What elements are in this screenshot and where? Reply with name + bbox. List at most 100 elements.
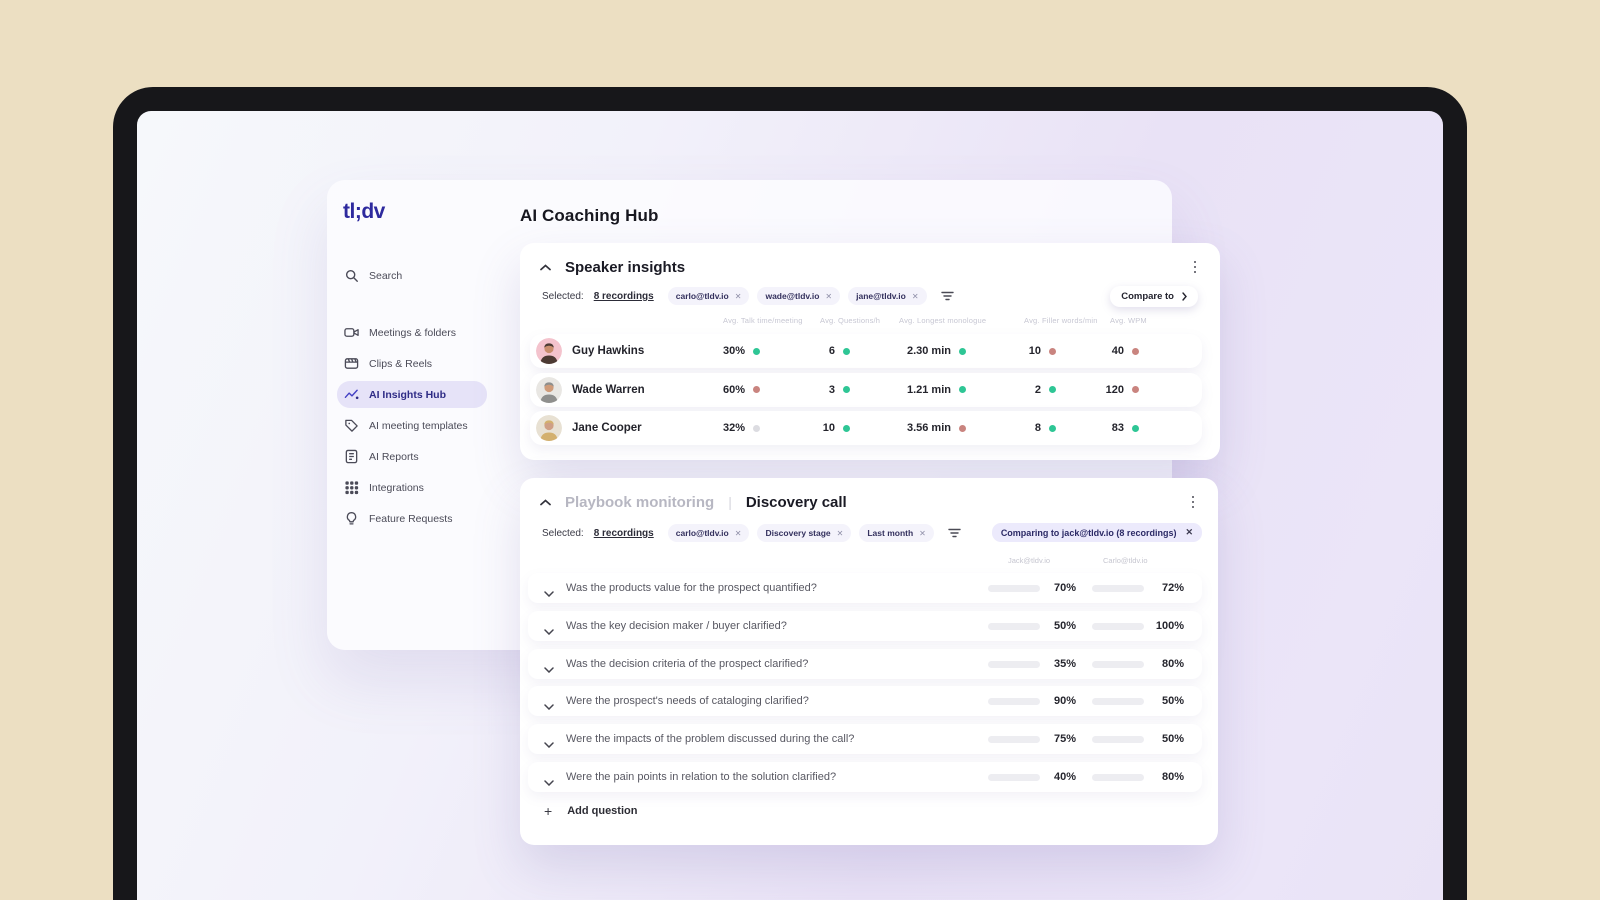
status-dot-icon (1132, 424, 1139, 432)
chevron-down-icon[interactable] (544, 697, 554, 715)
remove-chip-icon[interactable]: ✕ (912, 292, 919, 301)
progress-bar-left (988, 660, 1040, 668)
metric-cell: 1.21 min (866, 373, 966, 407)
clapper-icon (344, 356, 359, 371)
filter-chip[interactable]: Discovery stage ✕ (757, 524, 852, 542)
sidebar-item-label: Integrations (369, 481, 424, 494)
status-dot-icon (843, 347, 850, 355)
question-text: Was the key decision maker / buyer clari… (566, 619, 787, 632)
sidebar-search-label: Search (369, 269, 403, 282)
metric-cell: 6 (750, 334, 850, 368)
column-header: Avg. Longest monologue (899, 316, 987, 325)
speaker-row[interactable]: Jane Cooper 32% 10 3.56 min 8 83 (530, 411, 1202, 445)
laptop-screen: tl;dv Search Meetings & folders Clips & … (137, 111, 1443, 900)
report-icon (344, 449, 359, 464)
progress-bar-left (988, 585, 1040, 592)
sidebar-item-label: AI meeting templates (369, 419, 468, 432)
avatar (536, 376, 562, 403)
question-text: Were the prospect's needs of cataloging … (566, 695, 809, 708)
compare-to-button[interactable]: Compare to (1110, 286, 1198, 307)
chevron-down-icon[interactable] (544, 622, 554, 640)
collapse-chevron-icon[interactable] (540, 258, 551, 276)
remove-chip-icon[interactable]: ✕ (735, 292, 742, 301)
question-row[interactable]: Was the key decision maker / buyer clari… (528, 610, 1202, 641)
comparing-badge[interactable]: Comparing to jack@tldv.io (8 recordings)… (991, 523, 1202, 542)
kebab-menu-icon[interactable] (1186, 494, 1200, 510)
progress-bar-left (988, 774, 1040, 781)
chevron-down-icon[interactable] (544, 773, 554, 791)
metric-cell: 3.56 min (866, 411, 966, 445)
sidebar-search[interactable]: Search (337, 262, 487, 289)
filter-chip[interactable]: carlo@tldv.io ✕ (667, 287, 750, 305)
speaker-insights-panel: Speaker insights Selected: 8 recordings … (520, 243, 1220, 460)
column-header: Jack@tldv.io (1008, 556, 1051, 565)
speaker-row[interactable]: Guy Hawkins 30% 6 2.30 min 10 40 (530, 334, 1202, 368)
question-text: Was the products value for the prospect … (566, 582, 817, 594)
selected-count[interactable]: 8 recordings (594, 291, 654, 302)
remove-chip-icon[interactable]: ✕ (825, 292, 832, 301)
speaker-filter-chips: carlo@tldv.io ✕ wade@tldv.io ✕ jane@tldv… (667, 287, 927, 305)
plus-icon: + (544, 803, 553, 819)
status-dot-icon (1132, 347, 1139, 355)
search-icon (344, 268, 359, 283)
metric-cell: 32% (660, 411, 760, 445)
kebab-menu-icon[interactable] (1188, 259, 1202, 275)
sidebar-item-integrations[interactable]: Integrations (337, 474, 487, 501)
sidebar-item-features[interactable]: Feature Requests (337, 505, 487, 532)
filter-icon[interactable] (948, 528, 961, 538)
laptop-frame: tl;dv Search Meetings & folders Clips & … (113, 87, 1467, 900)
percent-left: 90% (1053, 695, 1076, 708)
chevron-down-icon[interactable] (544, 660, 554, 678)
chevron-down-icon[interactable] (544, 735, 554, 753)
remove-chip-icon[interactable]: ✕ (837, 529, 844, 538)
title-divider: | (728, 494, 732, 510)
video-icon (344, 325, 359, 340)
column-header: Carlo@tldv.io (1103, 556, 1148, 565)
column-header: Avg. Filler words/min (1024, 316, 1098, 325)
sidebar-item-label: Feature Requests (369, 512, 453, 525)
metric-cell: 10 (750, 411, 850, 445)
percent-right: 50% (1161, 733, 1184, 746)
filter-chip[interactable]: Last month ✕ (859, 524, 934, 542)
status-dot-icon (843, 386, 850, 393)
percent-right: 72% (1161, 582, 1184, 594)
percent-right: 50% (1161, 695, 1184, 708)
remove-chip-icon[interactable]: ✕ (919, 529, 926, 538)
column-header: Avg. Talk time/meeting (723, 316, 803, 325)
sidebar-item-meetings[interactable]: Meetings & folders (337, 319, 487, 346)
speaker-row[interactable]: Wade Warren 60% 3 1.21 min 2 120 (530, 372, 1202, 407)
question-row[interactable]: Were the impacts of the problem discusse… (528, 724, 1202, 755)
close-icon[interactable]: ✕ (1185, 527, 1193, 538)
percent-left: 75% (1053, 733, 1076, 746)
question-row[interactable]: Was the decision criteria of the prospec… (528, 648, 1202, 679)
selected-count[interactable]: 8 recordings (594, 528, 654, 539)
question-row[interactable]: Was the products value for the prospect … (528, 573, 1202, 603)
filter-chip[interactable]: jane@tldv.io ✕ (848, 287, 927, 305)
sidebar-item-insights-hub[interactable]: AI Insights Hub (337, 381, 487, 408)
speaker-name: Guy Hawkins (572, 345, 645, 357)
trend-icon (344, 387, 359, 402)
add-question-button[interactable]: + Add question (544, 803, 637, 819)
collapse-chevron-icon[interactable] (540, 493, 551, 511)
filter-chip[interactable]: wade@tldv.io ✕ (757, 287, 841, 305)
progress-bar-right (1092, 660, 1144, 668)
selected-label: Selected: (542, 290, 584, 302)
column-header: Avg. Questions/h (820, 316, 881, 325)
sidebar-item-label: AI Insights Hub (369, 388, 446, 401)
tag-icon (344, 418, 359, 433)
question-row[interactable]: Were the prospect's needs of cataloging … (528, 686, 1202, 717)
metric-cell: 30% (660, 334, 760, 368)
question-row[interactable]: Were the pain points in relation to the … (528, 762, 1202, 792)
column-header: Avg. WPM (1110, 316, 1147, 325)
chevron-down-icon[interactable] (544, 584, 554, 602)
filter-icon[interactable] (940, 291, 954, 301)
grid-icon (344, 480, 359, 495)
percent-left: 40% (1053, 771, 1076, 783)
sidebar-item-reports[interactable]: AI Reports (337, 443, 487, 470)
progress-bar-right (1092, 585, 1144, 592)
remove-chip-icon[interactable]: ✕ (735, 529, 742, 538)
playbook-filter-chips: carlo@tldv.io ✕ Discovery stage ✕ Last m… (667, 524, 934, 542)
sidebar-item-templates[interactable]: AI meeting templates (337, 412, 487, 439)
filter-chip[interactable]: carlo@tldv.io ✕ (667, 524, 750, 542)
sidebar-item-clips[interactable]: Clips & Reels (337, 350, 487, 377)
